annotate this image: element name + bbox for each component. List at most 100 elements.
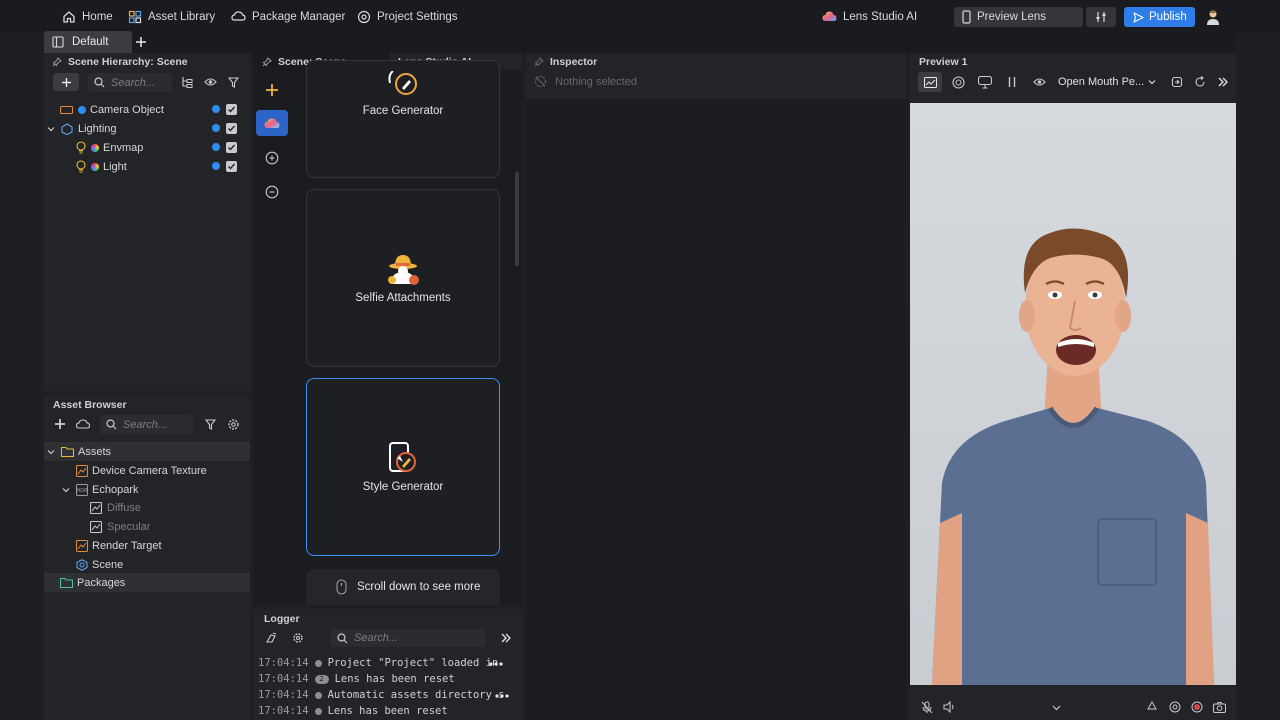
chevron-down-icon[interactable] <box>62 486 70 494</box>
selfie-attachments-card[interactable]: Selfie Attachments <box>306 189 500 367</box>
layer-dot[interactable] <box>212 124 220 132</box>
asset-item-label: Scene <box>92 558 124 571</box>
layer-dot[interactable] <box>212 162 220 170</box>
home-button[interactable]: Home <box>62 7 113 27</box>
layer-dots-column <box>212 105 220 170</box>
chevron-down-icon[interactable] <box>47 125 55 133</box>
enabled-checkbox[interactable] <box>226 142 237 153</box>
settings-dial-icon[interactable] <box>1168 700 1182 714</box>
log-entry[interactable]: 17:04:14 Lens has been reset <box>258 703 448 719</box>
asset-item-diffuse[interactable]: Diffuse <box>44 498 250 517</box>
hierarchy-search-input[interactable]: Search... <box>88 73 172 92</box>
asset-item-packages[interactable]: Packages <box>44 573 250 592</box>
record-icon[interactable] <box>1190 700 1204 714</box>
user-avatar[interactable] <box>1204 8 1222 26</box>
cloud-icon[interactable] <box>75 417 91 431</box>
log-count-badge: 2 <box>314 674 329 684</box>
preview-bottom-toolbar <box>910 693 1236 720</box>
asset-search-input[interactable]: Search... <box>100 415 193 434</box>
image-mode-button[interactable] <box>918 72 942 92</box>
asset-item-echopark[interactable]: HDR Echopark <box>44 480 250 499</box>
preview-settings-button[interactable] <box>1086 7 1116 27</box>
interactive-mode-icon[interactable] <box>977 75 993 89</box>
face-generator-label: Face Generator <box>362 105 444 117</box>
hierarchy-item-label: Lighting <box>78 122 117 135</box>
asset-item-specular[interactable]: Specular <box>44 517 250 536</box>
hierarchy-item-label: Light <box>103 160 127 173</box>
log-entry[interactable]: 17:04:14 Automatic assets directory s <box>258 687 505 703</box>
style-generator-card[interactable]: Style Generator <box>306 378 500 556</box>
filter-icon[interactable] <box>203 417 217 431</box>
add-tab-button[interactable] <box>134 33 148 50</box>
layer-dot[interactable] <box>212 143 220 151</box>
hierarchy-item-label: Camera Object <box>90 103 164 116</box>
ai-panel-scrollbar[interactable] <box>515 172 519 266</box>
screenshot-camera-icon[interactable] <box>1212 700 1226 714</box>
asset-item-device-camera-texture[interactable]: Device Camera Texture <box>44 461 250 480</box>
asset-item-scene[interactable]: Scene <box>44 555 250 574</box>
gear-icon[interactable] <box>226 417 240 431</box>
expand-chevrons-icon[interactable] <box>499 631 513 645</box>
mic-off-icon[interactable] <box>920 700 934 714</box>
clear-log-icon[interactable] <box>264 631 278 645</box>
log-entry[interactable]: 17:04:14 2 Lens has been reset <box>258 671 455 687</box>
chat-message-icon[interactable] <box>264 184 280 200</box>
face-generator-card[interactable]: Face Generator <box>306 60 500 178</box>
more-options-icon[interactable] <box>494 691 510 701</box>
filter-icon[interactable] <box>226 75 240 89</box>
asset-search-placeholder: Search... <box>123 418 168 431</box>
recycle-icon[interactable] <box>1145 700 1159 714</box>
lens-ai-tool-button[interactable] <box>256 110 288 136</box>
chevron-down-icon[interactable] <box>1049 700 1063 714</box>
asset-item-render-target[interactable]: Render Target <box>44 536 250 555</box>
speaker-icon[interactable] <box>942 700 956 714</box>
chevron-down-icon[interactable] <box>47 448 55 456</box>
package-manager-button[interactable]: Package Manager <box>231 7 345 27</box>
switch-camera-icon[interactable] <box>1169 75 1185 89</box>
log-level-dot <box>314 707 322 715</box>
log-time: 17:04:14 <box>258 673 309 685</box>
logger-search-input[interactable]: Search... <box>331 629 485 647</box>
chat-add-icon[interactable] <box>264 150 280 166</box>
add-asset-button[interactable] <box>53 417 67 431</box>
scroll-hint-label: Scroll down to see more <box>357 581 481 593</box>
visibility-eye-icon[interactable] <box>1031 75 1047 89</box>
add-object-button[interactable] <box>53 73 79 91</box>
asset-item-label: Device Camera Texture <box>92 464 207 477</box>
inspector-empty-state: Nothing selected <box>534 75 637 88</box>
pin-icon <box>534 57 544 67</box>
preview-viewport[interactable] <box>910 103 1236 685</box>
asset-library-button[interactable]: Asset Library <box>128 7 215 27</box>
log-settings-icon[interactable] <box>291 631 305 645</box>
asset-item-assets[interactable]: Assets <box>44 442 250 461</box>
project-settings-button[interactable]: Project Settings <box>357 7 458 27</box>
search-icon <box>337 632 348 644</box>
preview-lens-button[interactable]: Preview Lens <box>954 7 1083 27</box>
log-entry[interactable]: 17:04:14 Project "Project" loaded in <box>258 655 498 671</box>
more-options-icon[interactable] <box>488 659 504 669</box>
visibility-eye-icon[interactable] <box>203 75 217 89</box>
log-text: Automatic assets directory s <box>327 689 505 701</box>
enabled-checkbox[interactable] <box>226 104 237 115</box>
lens-studio-ai-label: Lens Studio AI <box>843 11 918 23</box>
mouse-icon <box>336 579 347 595</box>
style-generator-label: Style Generator <box>362 481 444 493</box>
logger-search-placeholder: Search... <box>354 632 399 644</box>
face-mode-icon[interactable] <box>950 75 966 89</box>
add-ai-button[interactable] <box>262 80 282 100</box>
log-time: 17:04:14 <box>258 705 309 717</box>
enabled-checkbox[interactable] <box>226 123 237 134</box>
expand-chevrons-icon[interactable] <box>1215 75 1231 89</box>
tab-default[interactable]: Default <box>44 31 132 53</box>
hierarchy-tree-icon[interactable] <box>180 75 194 89</box>
enabled-checkbox[interactable] <box>226 161 237 172</box>
pause-icon[interactable] <box>1004 75 1020 89</box>
lens-studio-ai-button[interactable]: Lens Studio AI <box>822 7 917 27</box>
sliders-icon <box>1095 11 1107 23</box>
logger-title: Logger <box>264 612 300 625</box>
preview-mode-select[interactable]: Open Mouth Pe... <box>1058 73 1160 91</box>
style-generator-icon <box>386 441 420 475</box>
layer-dot[interactable] <box>212 105 220 113</box>
publish-button[interactable]: Publish <box>1124 7 1195 27</box>
reset-icon[interactable] <box>1192 75 1208 89</box>
